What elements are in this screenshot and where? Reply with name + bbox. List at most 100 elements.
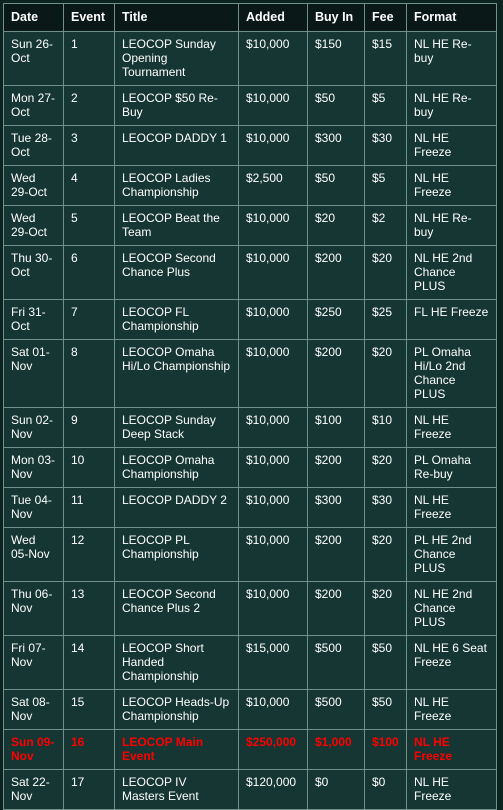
cell-fee: $0 [364, 769, 407, 810]
table-row[interactable]: Fri 07-Nov 14 LEOCOP Short Handed Champion… [3, 635, 497, 690]
cell-fee: $10 [364, 407, 407, 448]
cell-fee: $25 [364, 299, 407, 340]
cell-buyin: $200 [307, 581, 365, 636]
cell-format: PL Omaha Hi/Lo 2nd Chance PLUS [406, 339, 497, 408]
table-header: Date Event Title Added Buy In Fee Format [3, 3, 497, 32]
cell-date: Fri 07-Nov [3, 635, 64, 690]
cell-format: NL HE 6 Seat Freeze [406, 635, 497, 690]
column-header-format[interactable]: Format [406, 3, 497, 32]
cell-title: LEOCOP $50 Re-Buy [114, 85, 239, 126]
tournament-schedule: Date Event Title Added Buy In Fee Format… [3, 3, 497, 810]
cell-date: Tue 28-Oct [3, 125, 64, 166]
cell-format: NL HE Re-buy [406, 205, 497, 246]
table-row[interactable]: Sun 26-Oct 1 LEOCOP Sunday Opening Tournam… [3, 31, 497, 86]
cell-fee: $5 [364, 165, 407, 206]
cell-added: $15,000 [238, 635, 308, 690]
cell-event: 11 [63, 487, 115, 528]
cell-format: NL HE Freeze [406, 729, 497, 770]
table-row[interactable]: Sat 22-Nov 17 LEOCOP IV Masters Event $120,… [3, 769, 497, 810]
table-header-row: Date Event Title Added Buy In Fee Format [3, 3, 497, 32]
table-row[interactable]: Sun 02-Nov 9 LEOCOP Sunday Deep Stack $10,0… [3, 407, 497, 448]
cell-fee: $50 [364, 689, 407, 730]
cell-format: NL HE Freeze [406, 769, 497, 810]
cell-buyin: $50 [307, 165, 365, 206]
table-row[interactable]: Tue 28-Oct 3 LEOCOP DADDY 1 $10,000 $300 $30 N… [3, 125, 497, 166]
cell-buyin: $200 [307, 339, 365, 408]
cell-buyin: $200 [307, 245, 365, 300]
cell-event: 1 [63, 31, 115, 86]
cell-date: Sun 26-Oct [3, 31, 64, 86]
table-row[interactable]: Thu 06-Nov 13 LEOCOP Second Chance Plus 2 $… [3, 581, 497, 636]
cell-title: LEOCOP Ladies Championship [114, 165, 239, 206]
cell-added: $10,000 [238, 581, 308, 636]
cell-fee: $20 [364, 339, 407, 408]
cell-added: $250,000 [238, 729, 308, 770]
cell-buyin: $100 [307, 407, 365, 448]
table-row[interactable]: Sat 01-Nov 8 LEOCOP Omaha Hi/Lo Championsh… [3, 339, 497, 408]
cell-added: $10,000 [238, 487, 308, 528]
cell-title: LEOCOP DADDY 2 [114, 487, 239, 528]
cell-title: LEOCOP Heads-Up Championship [114, 689, 239, 730]
cell-format: FL HE Freeze [406, 299, 497, 340]
cell-fee: $20 [364, 581, 407, 636]
cell-date: Thu 30-Oct [3, 245, 64, 300]
cell-title: LEOCOP IV Masters Event [114, 769, 239, 810]
table-body: Sun 26-Oct 1 LEOCOP Sunday Opening Tournam… [3, 31, 497, 810]
table-row[interactable]: Wed 05-Nov 12 LEOCOP PL Championship $10,00… [3, 527, 497, 582]
cell-event: 17 [63, 769, 115, 810]
cell-event: 12 [63, 527, 115, 582]
cell-buyin: $500 [307, 689, 365, 730]
cell-event: 8 [63, 339, 115, 408]
cell-date: Sat 01-Nov [3, 339, 64, 408]
column-header-title[interactable]: Title [114, 3, 239, 32]
cell-format: NL HE Freeze [406, 165, 497, 206]
cell-date: Sat 08-Nov [3, 689, 64, 730]
cell-buyin: $300 [307, 487, 365, 528]
cell-date: Wed 29-Oct [3, 165, 64, 206]
table-row[interactable]: Thu 30-Oct 6 LEOCOP Second Chance Plus $10,… [3, 245, 497, 300]
cell-added: $10,000 [238, 339, 308, 408]
column-header-buyin[interactable]: Buy In [307, 3, 365, 32]
cell-format: NL HE Freeze [406, 125, 497, 166]
table-row[interactable]: Mon 27-Oct 2 LEOCOP $50 Re-Buy $10,000 $50 $5… [3, 85, 497, 126]
tournament-schedule-table: Date Event Title Added Buy In Fee Format… [3, 3, 497, 810]
cell-added: $10,000 [238, 125, 308, 166]
cell-fee: $30 [364, 487, 407, 528]
cell-event: 5 [63, 205, 115, 246]
cell-buyin: $200 [307, 447, 365, 488]
cell-date: Sun 09-Nov [3, 729, 64, 770]
cell-event: 14 [63, 635, 115, 690]
cell-fee: $15 [364, 31, 407, 86]
cell-buyin: $50 [307, 85, 365, 126]
cell-event: 13 [63, 581, 115, 636]
cell-title: LEOCOP Sunday Opening Tournament [114, 31, 239, 86]
cell-buyin: $0 [307, 769, 365, 810]
table-row[interactable]: Wed 29-Oct 5 LEOCOP Beat the Team $10,000 $2… [3, 205, 497, 246]
cell-date: Wed 29-Oct [3, 205, 64, 246]
column-header-date[interactable]: Date [3, 3, 64, 32]
cell-date: Thu 06-Nov [3, 581, 64, 636]
cell-fee: $50 [364, 635, 407, 690]
table-row[interactable]: Mon 03-Nov 10 LEOCOP Omaha Championship $10… [3, 447, 497, 488]
cell-date: Sat 22-Nov [3, 769, 64, 810]
cell-format: NL HE Freeze [406, 487, 497, 528]
cell-format: NL HE 2nd Chance PLUS [406, 581, 497, 636]
cell-added: $10,000 [238, 527, 308, 582]
cell-format: NL HE Freeze [406, 689, 497, 730]
table-row[interactable]: Tue 04-Nov 11 LEOCOP DADDY 2 $10,000 $300 $30… [3, 487, 497, 528]
column-header-event[interactable]: Event [63, 3, 115, 32]
column-header-fee[interactable]: Fee [364, 3, 407, 32]
table-row[interactable]: Fri 31-Oct 7 LEOCOP FL Championship $10,000… [3, 299, 497, 340]
cell-format: NL HE Re-buy [406, 85, 497, 126]
table-row[interactable]: Sun 09-Nov 16 LEOCOP Main Event $250,000 $1,… [3, 729, 497, 770]
cell-date: Tue 04-Nov [3, 487, 64, 528]
table-row[interactable]: Sat 08-Nov 15 LEOCOP Heads-Up Championship… [3, 689, 497, 730]
cell-fee: $20 [364, 527, 407, 582]
cell-event: 3 [63, 125, 115, 166]
cell-format: NL HE 2nd Chance PLUS [406, 245, 497, 300]
table-row[interactable]: Wed 29-Oct 4 LEOCOP Ladies Championship $2,… [3, 165, 497, 206]
cell-added: $2,500 [238, 165, 308, 206]
column-header-added[interactable]: Added [238, 3, 308, 32]
cell-buyin: $1,000 [307, 729, 365, 770]
cell-title: LEOCOP Omaha Championship [114, 447, 239, 488]
